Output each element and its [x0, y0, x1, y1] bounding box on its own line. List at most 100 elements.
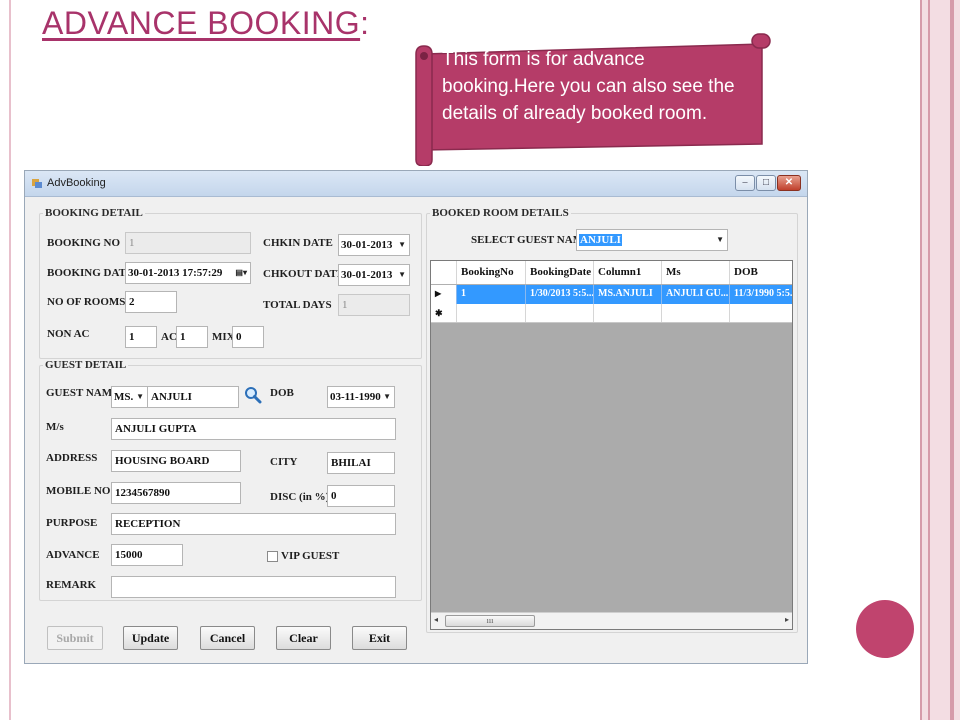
new-row[interactable]: ✱: [431, 304, 792, 323]
scroll-callout: This form is for advance booking.Here yo…: [414, 32, 780, 166]
exit-button[interactable]: Exit: [352, 626, 407, 650]
table-cell[interactable]: [662, 304, 730, 322]
total-days-field[interactable]: 1: [338, 294, 410, 316]
remark-label: REMARK: [46, 579, 97, 591]
column-header[interactable]: DOB: [730, 261, 792, 284]
ac-field[interactable]: 1: [176, 326, 208, 348]
table-cell[interactable]: [457, 304, 526, 322]
search-icon[interactable]: [244, 386, 262, 404]
advance-field[interactable]: 15000: [111, 544, 183, 566]
dob-picker[interactable]: 03-11-1990 ▼: [327, 386, 395, 408]
table-cell[interactable]: [526, 304, 594, 322]
horizontal-scrollbar[interactable]: ◂ ııı ▸: [431, 612, 792, 629]
clear-button[interactable]: Clear: [276, 626, 331, 650]
table-cell[interactable]: [594, 304, 662, 322]
guest-name-field[interactable]: ANJULI: [147, 386, 239, 408]
calendar-icon[interactable]: ▤▾: [235, 263, 247, 283]
maximize-button[interactable]: □: [756, 175, 776, 191]
address-label: ADDRESS: [46, 452, 98, 464]
chkout-date-value: 30-01-2013: [341, 269, 393, 281]
mobile-field[interactable]: 1234567890: [111, 482, 241, 504]
booking-date-value: 30-01-2013 17:57:29: [128, 267, 223, 279]
column-header[interactable]: Column1: [594, 261, 662, 284]
column-header[interactable]: BookingDate: [526, 261, 594, 284]
guest-title-value: MS.: [114, 391, 134, 403]
cancel-button[interactable]: Cancel: [200, 626, 255, 650]
row-header-corner: [431, 261, 457, 284]
guest-name-label: GUEST NAME: [46, 387, 120, 399]
guest-title-select[interactable]: MS. ▼: [111, 386, 148, 408]
callout-text: This form is for advance booking.Here yo…: [442, 49, 735, 124]
mix-field[interactable]: 0: [232, 326, 264, 348]
non-ac-label: NON AC: [47, 328, 90, 340]
dob-value: 03-11-1990: [330, 391, 381, 403]
app-icon: [32, 179, 42, 188]
chevron-down-icon[interactable]: ▼: [136, 387, 144, 407]
close-button[interactable]: ✕: [777, 175, 801, 191]
booked-room-title: BOOKED ROOM DETAILS: [430, 207, 571, 219]
dob-label: DOB: [270, 387, 294, 399]
select-guest-label: SELECT GUEST NAME: [471, 234, 591, 246]
mobile-label: MOBILE NO.: [46, 485, 114, 497]
chkout-date-picker[interactable]: 30-01-2013 ▼: [338, 264, 410, 286]
booking-detail-title: BOOKING DETAIL: [43, 207, 145, 219]
adv-booking-window: AdvBooking ‒ □ ✕ BOOKING DETAIL BOOKING …: [24, 170, 808, 664]
table-cell[interactable]: 11/3/1990 5:5...: [730, 285, 792, 304]
vip-guest-checkbox[interactable]: [267, 551, 278, 562]
address-field[interactable]: HOUSING BOARD: [111, 450, 241, 472]
scroll-right-icon[interactable]: ▸: [785, 615, 789, 624]
slide-right-band: [920, 0, 960, 720]
booking-no-field[interactable]: 1: [125, 232, 251, 254]
city-label: CITY: [270, 456, 298, 468]
guest-detail-title: GUEST DETAIL: [43, 359, 129, 371]
table-cell[interactable]: 1/30/2013 5:5...: [526, 285, 594, 304]
no-of-rooms-label: NO OF ROOMS: [47, 296, 126, 308]
chkout-date-label: CHKOUT DATE: [263, 268, 345, 280]
select-guest-value: ANJULI: [579, 234, 622, 246]
chkin-date-label: CHKIN DATE: [263, 237, 333, 249]
advance-label: ADVANCE: [46, 549, 100, 561]
purpose-field[interactable]: RECEPTION: [111, 513, 396, 535]
table-row[interactable]: ▶ 1 1/30/2013 5:5... MS.ANJULI ANJULI GU…: [431, 285, 792, 304]
booked-rooms-grid[interactable]: BookingNo BookingDate Column1 Ms DOB ▶ 1…: [430, 260, 793, 630]
chevron-down-icon[interactable]: ▼: [398, 235, 406, 255]
table-cell[interactable]: MS.ANJULI: [594, 285, 662, 304]
chevron-down-icon[interactable]: ▼: [383, 387, 391, 407]
scroll-left-icon[interactable]: ◂: [434, 615, 438, 624]
select-guest-dropdown[interactable]: ANJULI ▼: [576, 229, 728, 251]
chkin-date-value: 30-01-2013: [341, 239, 393, 251]
table-cell[interactable]: ANJULI GU...: [662, 285, 730, 304]
disc-label: DISC (in %): [270, 491, 330, 503]
new-row-indicator: ✱: [431, 304, 457, 322]
submit-button[interactable]: Submit: [47, 626, 103, 650]
column-header[interactable]: Ms: [662, 261, 730, 284]
grid-header-row: BookingNo BookingDate Column1 Ms DOB: [431, 261, 792, 285]
window-titlebar: AdvBooking ‒ □ ✕: [25, 171, 807, 197]
ac-label: AC: [161, 331, 177, 343]
scrollbar-thumb[interactable]: ııı: [445, 615, 535, 627]
disc-field[interactable]: 0: [327, 485, 395, 507]
table-cell[interactable]: [730, 304, 792, 322]
ms-label: M/s: [46, 421, 64, 433]
column-header[interactable]: BookingNo: [457, 261, 526, 284]
table-cell[interactable]: 1: [457, 285, 526, 304]
vip-guest-label: VIP GUEST: [281, 550, 340, 562]
purpose-label: PURPOSE: [46, 517, 98, 529]
booking-date-picker[interactable]: 30-01-2013 17:57:29 ▤▾: [125, 262, 251, 284]
booking-no-label: BOOKING NO: [47, 237, 121, 249]
minimize-button[interactable]: ‒: [735, 175, 755, 191]
non-ac-field[interactable]: 1: [125, 326, 157, 348]
total-days-label: TOTAL DAYS: [263, 299, 332, 311]
chkin-date-picker[interactable]: 30-01-2013 ▼: [338, 234, 410, 256]
update-button[interactable]: Update: [123, 626, 178, 650]
chevron-down-icon[interactable]: ▼: [716, 230, 724, 250]
chevron-down-icon[interactable]: ▼: [398, 265, 406, 285]
slide-title: ADVANCE BOOKING:: [42, 5, 370, 41]
city-field[interactable]: BHILAI: [327, 452, 395, 474]
remark-field[interactable]: [111, 576, 396, 598]
decorative-circle: [856, 600, 914, 658]
no-of-rooms-field[interactable]: 2: [125, 291, 177, 313]
booking-date-label: BOOKING DATE: [47, 267, 134, 279]
window-title: AdvBooking: [47, 177, 106, 189]
ms-field[interactable]: ANJULI GUPTA: [111, 418, 396, 440]
